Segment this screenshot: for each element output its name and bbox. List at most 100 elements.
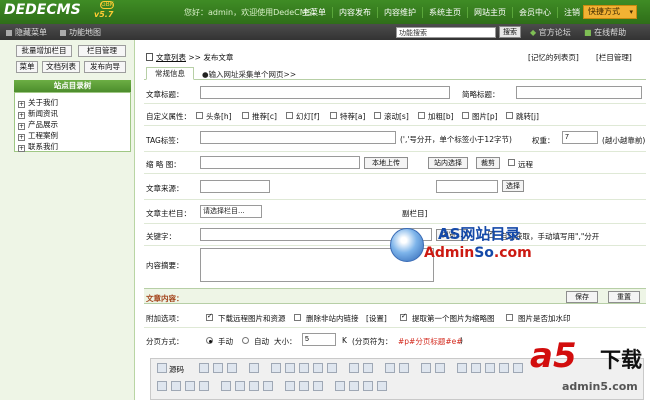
attr-checkbox-j[interactable] [506,112,513,119]
paging-auto-radio[interactable] [242,337,249,344]
crop-button[interactable]: 裁剪 [476,157,500,169]
column-select[interactable]: 请选择栏目... [200,205,262,218]
redo-icon[interactable] [363,363,373,373]
indent-icon[interactable] [249,381,259,391]
tab-import-url[interactable]: ●输入网址采集单个网页>> [202,69,296,80]
expand-icon[interactable]: + [18,123,25,130]
find-icon[interactable] [385,363,395,373]
image-icon[interactable] [335,381,345,391]
table-icon[interactable] [363,381,373,391]
attr-checkbox-c[interactable] [242,112,249,119]
nav-publish[interactable]: 内容发布 [332,7,377,18]
remove-links-settings-link[interactable]: [设置] [366,313,387,324]
remembered-list-link[interactable]: [记忆的列表页] [528,52,579,63]
column-manage-button[interactable]: 栏目管理 [78,45,126,57]
upload-local-button[interactable]: 本地上传 [364,157,408,169]
attr-checkbox-b[interactable] [418,112,425,119]
checkbox-icon[interactable] [471,363,481,373]
title-input[interactable] [200,86,450,99]
tab-basic-info[interactable]: 常规信息 [146,67,194,80]
outdent-icon[interactable] [263,381,273,391]
remote-checkbox[interactable] [508,159,515,166]
weight-input[interactable] [562,131,598,144]
column-manage-link[interactable]: [栏目管理] [596,52,632,63]
expand-icon[interactable]: + [18,134,25,141]
menu-button[interactable]: 菜单 [16,61,38,73]
source-input[interactable] [200,180,270,193]
function-search-input[interactable] [396,27,496,38]
attr-checkbox-f[interactable] [286,112,293,119]
save-button[interactable]: 保存 [566,291,598,303]
doc-list-button[interactable]: 文档列表 [42,61,80,73]
attr-checkbox-h[interactable] [196,112,203,119]
select-all-icon[interactable] [421,363,431,373]
online-help-link[interactable]: ■ 在线帮助 [584,27,626,38]
tree-item[interactable]: + 新闻资讯 [18,108,58,119]
paste-icon[interactable] [299,363,309,373]
source-button-label[interactable]: 源码 [169,364,184,375]
link-icon[interactable] [285,381,295,391]
nav-logout[interactable]: 注销 [557,7,586,18]
expand-icon[interactable]: + [18,101,25,108]
copy-icon[interactable] [285,363,295,373]
expand-icon[interactable]: + [18,112,25,119]
attr-checkbox-s[interactable] [374,112,381,119]
textfield-icon[interactable] [499,363,509,373]
thumbnail-input[interactable] [200,156,360,169]
crumb-article-list-link[interactable]: 文章列表 [156,53,186,62]
nav-system-home[interactable]: 系统主页 [422,7,467,18]
paging-size-input[interactable] [302,333,336,346]
author-input[interactable] [436,180,498,193]
undo-icon[interactable] [349,363,359,373]
attr-checkbox-a[interactable] [330,112,337,119]
hide-menu-button[interactable]: 隐藏菜单 [6,27,47,38]
nav-maintain[interactable]: 内容维护 [377,7,422,18]
paste-word-icon[interactable] [327,363,337,373]
nav-member-center[interactable]: 会员中心 [512,7,557,18]
batch-add-column-button[interactable]: 批量增加栏目 [16,45,72,57]
download-remote-checkbox[interactable] [206,312,213,321]
tree-item[interactable]: + 产品展示 [18,119,58,130]
tree-item[interactable]: + 联系我们 [18,141,58,152]
choose-button[interactable]: 选择 [502,180,524,192]
radio-icon[interactable] [485,363,495,373]
bold-icon[interactable] [157,381,167,391]
choose-site-button[interactable]: 站内选择 [428,157,468,169]
new-page-icon[interactable] [213,363,223,373]
template-icon[interactable] [249,363,259,373]
paste-text-icon[interactable] [313,363,323,373]
search-button[interactable]: 搜索 [499,26,521,38]
publish-wizard-button[interactable]: 发布向导 [84,61,126,73]
official-forum-link[interactable]: ◆ 官方论坛 [530,27,571,38]
short-title-input[interactable] [516,86,642,99]
preview-icon[interactable] [227,363,237,373]
watermark-checkbox[interactable] [506,314,513,321]
remove-format-icon[interactable] [435,363,445,373]
nav-main-menu[interactable]: 主菜单 [296,7,332,18]
replace-icon[interactable] [399,363,409,373]
expand-icon[interactable]: + [18,145,25,152]
quick-menu-button[interactable]: 快捷方式 ▾ [583,5,637,19]
remove-links-checkbox[interactable] [294,314,301,321]
paging-manual-radio[interactable] [206,337,213,344]
source-icon[interactable] [157,363,167,373]
unlink-icon[interactable] [299,381,309,391]
reset-button[interactable]: 重置 [608,291,640,303]
anchor-icon[interactable] [313,381,323,391]
tree-item[interactable]: + 关于我们 [18,97,58,108]
bullet-list-icon[interactable] [235,381,245,391]
strike-icon[interactable] [199,381,209,391]
flash-icon[interactable] [349,381,359,391]
tag-input[interactable] [200,131,396,144]
smiley-icon[interactable] [377,381,387,391]
nav-site-home[interactable]: 网站主页 [467,7,512,18]
save-icon[interactable] [199,363,209,373]
italic-icon[interactable] [171,381,181,391]
attr-checkbox-p[interactable] [462,112,469,119]
feature-map-button[interactable]: 功能地图 [60,27,101,38]
underline-icon[interactable] [185,381,195,391]
ordered-list-icon[interactable] [221,381,231,391]
cut-icon[interactable] [271,363,281,373]
dedecms-logo[interactable]: DEDECMS [4,2,81,18]
form-icon[interactable] [457,363,467,373]
